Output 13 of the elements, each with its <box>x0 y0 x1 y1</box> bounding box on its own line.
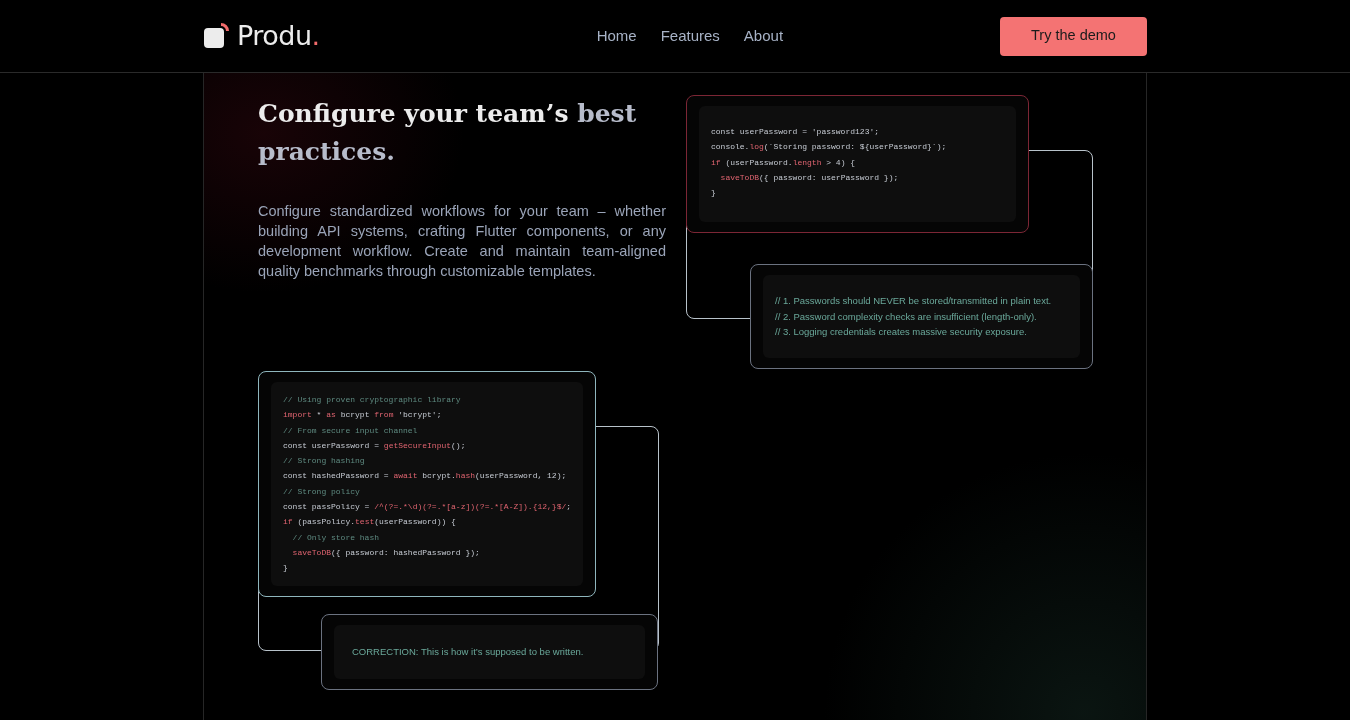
code-snippet: const userPassword = 'password123'; console.log(`Storing password: ${userPassword}`); if (userPassword.length > 4) { saveToDB({ password: userPassword }); } <box>711 126 948 200</box>
nav-link[interactable]: About <box>743 24 784 48</box>
try-demo-button[interactable]: Try the demo <box>1000 16 1147 56</box>
correction-text: CORRECTION: This is how it’s supposed to be written. <box>352 645 584 660</box>
issue-comment: // 1. Passwords should NEVER be stored/transmitted in plain text. <box>775 294 1053 309</box>
logo-text[interactable]: Produ. <box>237 15 320 57</box>
issue-comment: // 3. Logging credentials creates massive security exposure. <box>775 325 1028 340</box>
code-snippet: // Using proven cryptographic library import * as bcrypt from 'bcrypt'; // From secure input channel const userPassword = getSecureInput(); // Strong hashing const hashedPassword = await bcrypt.hash(userPassword, 12); // Strong policy const passPolicy = /^(?=.*\d)(?=.*[a-z])(?=.*[A-Z]).{12,}$/; if (passPolicy.test(userPassword)) { // Only store hash saveToDB({ password: hashedPassword }); } <box>283 394 571 575</box>
nav-link[interactable]: Features <box>660 24 720 48</box>
issue-comment: // 2. Password complexity checks are insufficient (length-only). <box>775 309 1038 324</box>
nav-link[interactable]: Home <box>596 24 637 48</box>
description-text: Configure standardized workflows for your team – whether building API systems, crafting Flutter components, or any development workflow. Create and maintain team-aligned quality benchmarks through customizable templates. <box>258 202 666 281</box>
heading: Configure your team’s best practices. <box>258 98 638 168</box>
